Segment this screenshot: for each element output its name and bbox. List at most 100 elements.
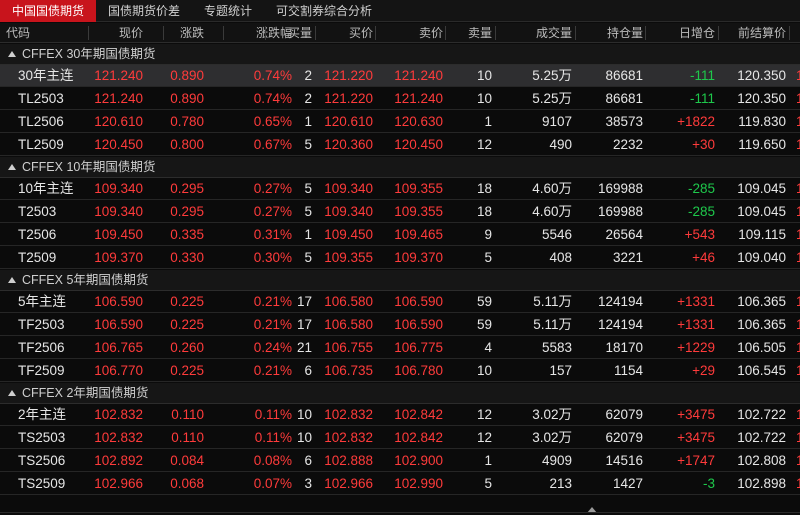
cell-bid: 106.755 <box>324 340 373 355</box>
cell-bid: 109.450 <box>324 227 373 242</box>
table-row[interactable]: 10年主连 109.340 0.295 0.27% 5 109.340 109.355 18 4… <box>0 178 800 200</box>
cell-ask: 121.240 <box>394 91 443 106</box>
table-row[interactable]: TS2503 102.832 0.110 0.11% 10 102.832 102.842 1… <box>0 427 800 449</box>
clipped-column-edge: 1 <box>796 204 800 219</box>
table-row[interactable]: TL2506 120.610 0.780 0.65% 1 120.610 120.630 1 9… <box>0 111 800 133</box>
collapse-triangle-icon[interactable] <box>8 277 16 283</box>
cell-chg: 0.110 <box>171 430 204 445</box>
cell-chg: 0.225 <box>170 294 204 309</box>
column-separator[interactable] <box>163 26 164 40</box>
column-header-bidv[interactable]: 买量 <box>288 23 312 43</box>
column-separator[interactable] <box>445 26 446 40</box>
contract-code: TS2509 <box>18 476 66 491</box>
cell-price: 109.340 <box>94 204 143 219</box>
cell-chg: 0.890 <box>170 91 204 106</box>
cell-oi: 124194 <box>597 294 643 309</box>
contract-code: 2年主连 <box>18 407 67 422</box>
column-separator[interactable] <box>223 26 224 40</box>
cell-pct: 0.31% <box>253 227 292 242</box>
cell-ask: 106.590 <box>394 317 443 332</box>
cell-pct: 0.08% <box>253 453 292 468</box>
column-header-price[interactable]: 现价 <box>119 23 143 43</box>
cell-chg: 0.225 <box>170 317 204 332</box>
group-header[interactable]: CFFEX 30年期国债期货 <box>0 44 800 65</box>
column-separator[interactable] <box>789 26 790 40</box>
cell-chg: 0.084 <box>170 453 204 468</box>
table-row[interactable]: T2509 109.370 0.330 0.30% 5 109.355 109.370 5 40… <box>0 247 800 269</box>
column-header-vol[interactable]: 成交量 <box>536 23 572 43</box>
collapse-triangle-icon[interactable] <box>8 164 16 170</box>
group-header[interactable]: CFFEX 5年期国债期货 <box>0 270 800 291</box>
column-separator[interactable] <box>265 26 266 40</box>
cell-bid: 102.966 <box>324 476 373 491</box>
group-title: CFFEX 10年期国债期货 <box>22 160 156 174</box>
cell-pct: 0.11% <box>254 407 292 422</box>
cell-bidv: 2 <box>304 68 312 83</box>
cell-askv: 1 <box>484 453 492 468</box>
cell-prev: 102.898 <box>737 476 786 491</box>
cell-price: 120.450 <box>94 137 143 152</box>
cell-pct: 0.21% <box>253 294 292 309</box>
cell-oi: 3221 <box>612 250 643 265</box>
cell-vol: 5546 <box>541 227 572 242</box>
cell-prev: 106.505 <box>737 340 786 355</box>
group-header[interactable]: CFFEX 10年期国债期货 <box>0 157 800 178</box>
column-separator[interactable] <box>315 26 316 40</box>
collapse-triangle-icon[interactable] <box>8 51 16 57</box>
column-separator[interactable] <box>718 26 719 40</box>
cell-pct: 0.74% <box>253 68 292 83</box>
table-row[interactable]: T2503 109.340 0.295 0.27% 5 109.340 109.355 18 4… <box>0 201 800 223</box>
table-row[interactable]: 2年主连 102.832 0.110 0.11% 10 102.832 102.842 12 3… <box>0 404 800 426</box>
table-row[interactable]: TL2509 120.450 0.800 0.67% 5 120.360 120.450 12… <box>0 134 800 156</box>
table-row[interactable]: 30年主连 121.240 0.890 0.74% 2 121.220 121.240 10 5… <box>0 65 800 87</box>
tab-0[interactable]: 中国国债期货 <box>0 0 97 22</box>
table-row[interactable]: TS2509 102.966 0.068 0.07% 3 102.966 102.990 5 2… <box>0 473 800 495</box>
column-separator[interactable] <box>575 26 576 40</box>
cell-price: 106.770 <box>94 363 143 378</box>
table-row[interactable]: TF2503 106.590 0.225 0.21% 17 106.580 106.590 5… <box>0 314 800 336</box>
clipped-column-edge: 1 <box>796 68 800 83</box>
group-header[interactable]: CFFEX 2年期国债期货 <box>0 383 800 404</box>
tab-2[interactable]: 专题统计 <box>192 0 264 22</box>
column-header-bid[interactable]: 买价 <box>349 23 373 43</box>
table-row[interactable]: TF2509 106.770 0.225 0.21% 6 106.735 106.780 10… <box>0 360 800 382</box>
column-header-chg[interactable]: 涨跌 <box>180 23 204 43</box>
clipped-column-edge: 1 <box>796 250 800 265</box>
table-row[interactable]: T2506 109.450 0.335 0.31% 1 109.450 109.465 9 55… <box>0 224 800 246</box>
column-separator[interactable] <box>495 26 496 40</box>
cell-ask: 106.775 <box>394 340 443 355</box>
cell-bidv: 21 <box>296 340 312 355</box>
column-separator[interactable] <box>375 26 376 40</box>
column-separator[interactable] <box>88 26 89 40</box>
column-header-prev[interactable]: 前结算价 <box>738 23 786 43</box>
cell-prev: 106.365 <box>737 317 786 332</box>
collapse-triangle-icon[interactable] <box>8 390 16 396</box>
table-header: 代码 现价 涨跌 涨跌幅 买量 买价 卖价 卖量 成交量 持仓量 日增仓 前结算价 <box>0 23 800 43</box>
table-row[interactable]: 5年主连 106.590 0.225 0.21% 17 106.580 106.590 59 5… <box>0 291 800 313</box>
clipped-column-edge: 1 <box>796 91 800 106</box>
cell-bid: 120.360 <box>324 137 373 152</box>
cell-pct: 0.65% <box>253 114 292 129</box>
column-header-doi[interactable]: 日增仓 <box>679 23 715 43</box>
cell-bidv: 10 <box>296 407 312 422</box>
table-row[interactable]: TF2506 106.765 0.260 0.24% 21 106.755 106.775 4… <box>0 337 800 359</box>
cell-vol: 5583 <box>541 340 572 355</box>
contract-code: TL2509 <box>18 137 64 152</box>
column-header-oi[interactable]: 持仓量 <box>607 23 643 43</box>
cell-askv: 59 <box>476 294 492 309</box>
column-header-ask[interactable]: 卖价 <box>419 23 443 43</box>
column-header-pct[interactable]: 涨跌幅 <box>256 23 292 43</box>
column-separator[interactable] <box>645 26 646 40</box>
cell-chg: 0.330 <box>170 250 204 265</box>
contract-code: TF2506 <box>18 340 65 355</box>
column-header-askv[interactable]: 卖量 <box>468 23 492 43</box>
tab-3[interactable]: 可交割券综合分析 <box>264 0 384 22</box>
tab-1[interactable]: 国债期货价差 <box>96 0 192 22</box>
cell-bidv: 6 <box>304 363 312 378</box>
cell-ask: 120.450 <box>394 137 443 152</box>
cell-chg: 0.295 <box>170 204 204 219</box>
cell-bidv: 5 <box>304 204 312 219</box>
column-header-code[interactable]: 代码 <box>6 23 30 43</box>
table-row[interactable]: TL2503 121.240 0.890 0.74% 2 121.220 121.240 10… <box>0 88 800 110</box>
table-row[interactable]: TS2506 102.892 0.084 0.08% 6 102.888 102.900 1 4… <box>0 450 800 472</box>
